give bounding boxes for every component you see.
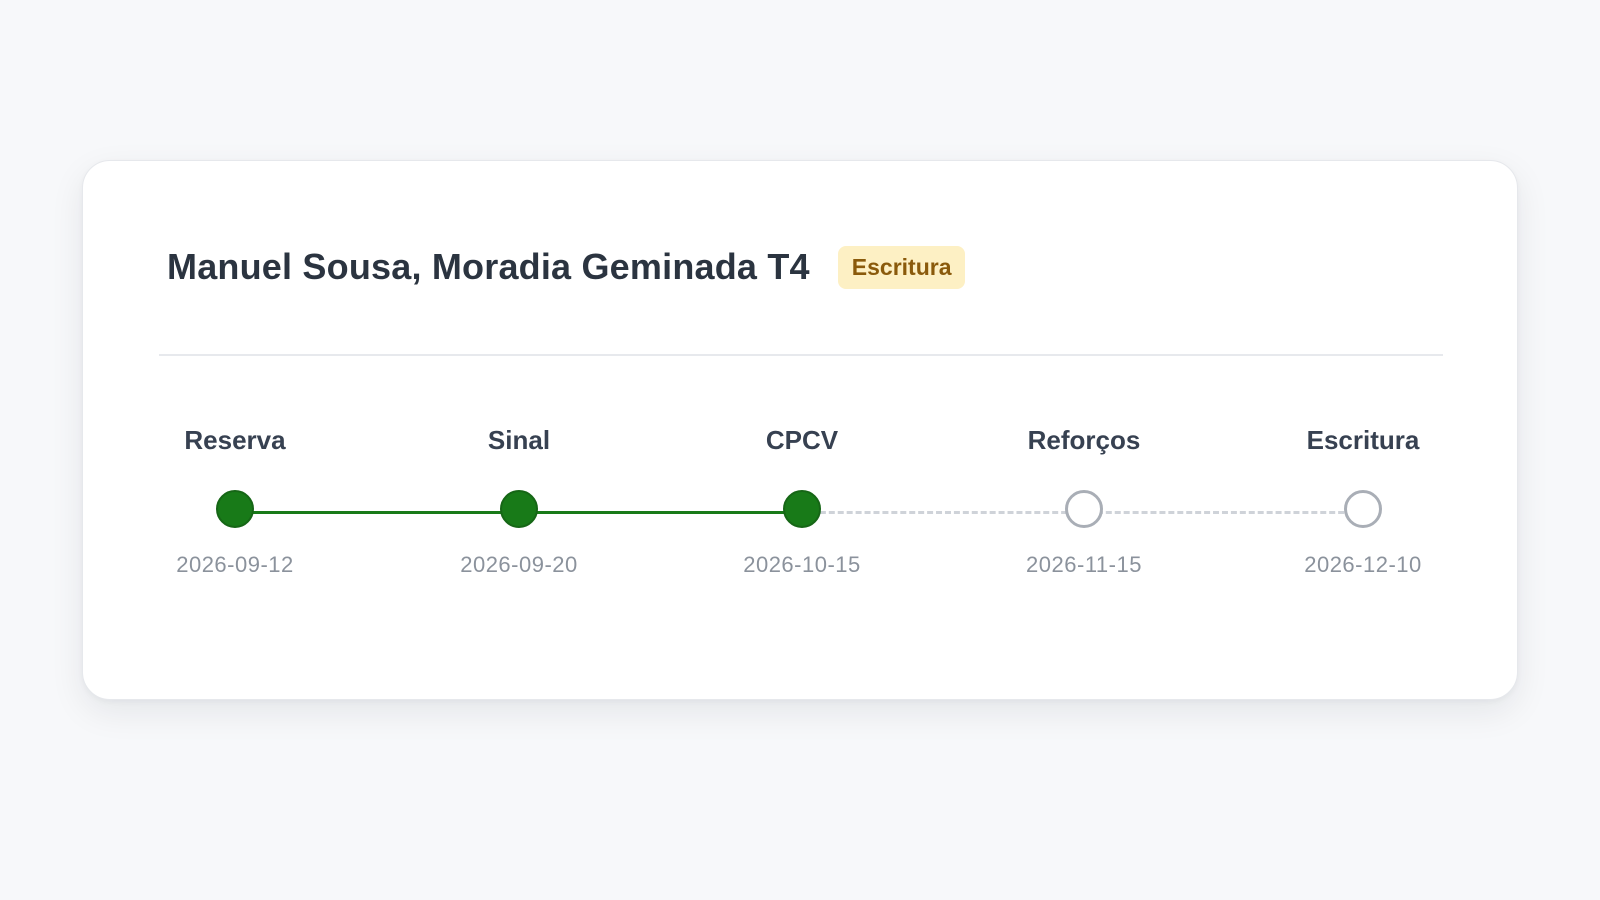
step-label: Escritura — [1306, 425, 1420, 455]
step-marker-pending — [1065, 490, 1103, 528]
timeline-step-reserva: Reserva 2026-09-12 — [115, 423, 355, 578]
step-label: CPCV — [765, 425, 839, 455]
step-date: 2026-11-15 — [1026, 552, 1142, 577]
step-marker-wrap — [399, 490, 639, 528]
step-marker-wrap — [1243, 490, 1483, 528]
timeline-step-reforcos: Reforços 2026-11-15 — [964, 423, 1204, 578]
step-label: Reforços — [1027, 425, 1141, 455]
step-marker-completed — [500, 490, 538, 528]
step-date: 2026-12-10 — [1304, 552, 1422, 577]
step-marker-pending — [1344, 490, 1382, 528]
step-marker-wrap — [115, 490, 355, 528]
step-label: Sinal — [487, 425, 551, 455]
timeline-step-escritura: Escritura 2026-12-10 — [1243, 423, 1483, 578]
deal-card: Manuel Sousa, Moradia Geminada T4 Escrit… — [82, 160, 1518, 700]
step-marker-wrap — [964, 490, 1204, 528]
step-marker-completed — [783, 490, 821, 528]
step-date: 2026-10-15 — [743, 552, 861, 577]
timeline-step-sinal: Sinal 2026-09-20 — [399, 423, 639, 578]
step-marker-completed — [216, 490, 254, 528]
timeline-step-cpcv: CPCV 2026-10-15 — [682, 423, 922, 578]
step-date: 2026-09-12 — [176, 552, 294, 577]
step-label: Reserva — [184, 425, 286, 455]
step-marker-wrap — [682, 490, 922, 528]
progress-timeline: Reserva 2026-09-12 Sinal 2026-09-20 CPCV… — [83, 161, 1519, 701]
step-date: 2026-09-20 — [460, 552, 578, 577]
